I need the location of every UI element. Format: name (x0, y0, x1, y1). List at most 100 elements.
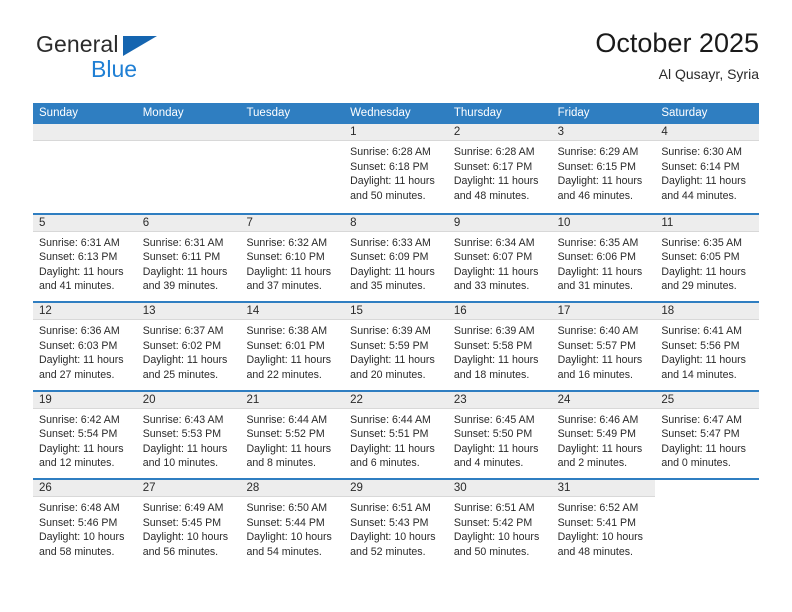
day-cell[interactable]: 31 Sunrise: 6:52 AM Sunset: 5:41 PM Dayligh… (551, 480, 656, 567)
daylight-text-line1: Daylight: 11 hours (661, 265, 746, 278)
day-details: Sunrise: 6:43 AM Sunset: 5:53 PM Daylight:… (137, 409, 241, 471)
sunset-text: Sunset: 5:45 PM (142, 516, 222, 529)
day-cell[interactable]: 1 Sunrise: 6:28 AM Sunset: 6:18 PM Daylight… (344, 124, 448, 213)
daylight-text-line2: and 33 minutes. (453, 280, 530, 293)
weekday-header-sunday: Sunday (39, 107, 79, 119)
day-cell[interactable]: 15 Sunrise: 6:39 AM Sunset: 5:59 PM Dayligh… (344, 303, 448, 390)
day-cell[interactable]: 25 Sunrise: 6:47 AM Sunset: 5:47 PM Dayligh… (655, 391, 760, 478)
day-cell[interactable]: 18 Sunrise: 6:41 AM Sunset: 5:56 PM Dayligh… (655, 303, 760, 390)
day-cell-empty (655, 480, 760, 567)
day-number: 30 (453, 482, 467, 494)
day-details: Sunrise: 6:31 AM Sunset: 6:11 PM Daylight:… (137, 232, 241, 294)
day-cell[interactable]: 23 Sunrise: 6:45 AM Sunset: 5:50 PM Dayligh… (447, 391, 552, 478)
day-number-strip: 14 (240, 303, 345, 320)
day-number: 29 (350, 482, 363, 494)
day-cell[interactable]: 6 Sunrise: 6:31 AM Sunset: 6:11 PM Daylight… (136, 214, 241, 301)
daylight-text-line1: Daylight: 10 hours (453, 531, 540, 544)
daylight-text-line2: and 54 minutes. (246, 545, 322, 558)
daylight-text-line2: and 22 minutes. (246, 368, 322, 381)
day-details: Sunrise: 6:51 AM Sunset: 5:43 PM Daylight:… (344, 497, 448, 559)
day-number: 19 (39, 393, 52, 406)
weekday-header-friday: Friday (557, 107, 590, 119)
day-details: Sunrise: 6:31 AM Sunset: 6:13 PM Daylight:… (33, 232, 137, 294)
day-cell[interactable]: 24 Sunrise: 6:46 AM Sunset: 5:49 PM Dayligh… (551, 391, 656, 478)
day-number: 11 (661, 216, 674, 229)
general-blue-logo[interactable]: General Blue (33, 30, 263, 88)
daylight-text-line2: and 18 minutes. (453, 368, 530, 381)
day-cell[interactable]: 10 Sunrise: 6:35 AM Sunset: 6:06 PM Dayligh… (551, 214, 656, 301)
day-cell[interactable]: 30 Sunrise: 6:51 AM Sunset: 5:42 PM Dayligh… (447, 480, 552, 567)
day-number-strip (33, 124, 137, 141)
day-details: Sunrise: 6:36 AM Sunset: 6:03 PM Daylight:… (33, 320, 137, 382)
daylight-text-line1: Daylight: 10 hours (142, 531, 229, 544)
sunrise-text: Sunrise: 6:42 AM (39, 413, 120, 426)
day-number-strip: 30 (447, 480, 552, 497)
sunset-text: Sunset: 6:17 PM (453, 160, 533, 173)
sunset-text: Sunset: 5:42 PM (453, 516, 533, 529)
day-cell[interactable]: 2 Sunrise: 6:28 AM Sunset: 6:17 PM Daylight… (447, 124, 552, 213)
day-cell[interactable]: 20 Sunrise: 6:43 AM Sunset: 5:53 PM Dayligh… (136, 391, 241, 478)
day-cell[interactable]: 19 Sunrise: 6:42 AM Sunset: 5:54 PM Dayligh… (33, 391, 137, 478)
day-cell[interactable]: 4 Sunrise: 6:30 AM Sunset: 6:14 PM Daylight… (655, 124, 760, 213)
sunset-text: Sunset: 6:03 PM (39, 339, 118, 352)
logo-top-row: General (33, 30, 263, 58)
day-details: Sunrise: 6:41 AM Sunset: 5:56 PM Daylight:… (655, 320, 759, 382)
day-cell[interactable]: 27 Sunrise: 6:49 AM Sunset: 5:45 PM Dayligh… (136, 480, 241, 567)
sunrise-text: Sunrise: 6:45 AM (453, 413, 535, 426)
day-cell[interactable]: 28 Sunrise: 6:50 AM Sunset: 5:44 PM Dayligh… (240, 480, 345, 567)
daylight-text-line1: Daylight: 11 hours (350, 442, 435, 455)
daylight-text-line2: and 41 minutes. (39, 280, 115, 293)
daylight-text-line1: Daylight: 10 hours (557, 531, 643, 544)
day-cell[interactable]: 29 Sunrise: 6:51 AM Sunset: 5:43 PM Dayligh… (344, 480, 448, 567)
day-cell[interactable]: 9 Sunrise: 6:34 AM Sunset: 6:07 PM Daylight… (447, 214, 552, 301)
daylight-text-line2: and 35 minutes. (350, 280, 426, 293)
day-number: 25 (661, 393, 675, 406)
day-cell[interactable]: 17 Sunrise: 6:40 AM Sunset: 5:57 PM Dayligh… (551, 303, 656, 390)
day-cell[interactable]: 22 Sunrise: 6:44 AM Sunset: 5:51 PM Dayligh… (344, 391, 448, 478)
sunset-text: Sunset: 5:54 PM (39, 428, 118, 441)
day-cell[interactable]: 8 Sunrise: 6:33 AM Sunset: 6:09 PM Daylight… (344, 214, 448, 301)
day-cell[interactable]: 21 Sunrise: 6:44 AM Sunset: 5:52 PM Dayligh… (240, 391, 345, 478)
calendar-weeks: 1 Sunrise: 6:28 AM Sunset: 6:18 PM Daylight… (33, 124, 760, 567)
sunrise-text: Sunrise: 6:39 AM (350, 325, 431, 337)
logo-text-general: General (36, 31, 119, 57)
day-details: Sunrise: 6:35 AM Sunset: 6:05 PM Daylight:… (655, 232, 759, 294)
weekday-header-thursday: Thursday (453, 107, 502, 119)
daylight-text-line1: Daylight: 11 hours (142, 265, 228, 278)
daylight-text-line2: and 37 minutes. (246, 280, 322, 293)
daylight-text-line2: and 10 minutes. (142, 457, 219, 470)
day-cell[interactable]: 7 Sunrise: 6:32 AM Sunset: 6:10 PM Daylight… (240, 214, 345, 301)
sunrise-text: Sunrise: 6:48 AM (39, 502, 120, 514)
day-number-strip: 11 (655, 214, 760, 232)
sunset-text: Sunset: 5:49 PM (557, 428, 636, 441)
day-number-strip: 15 (344, 303, 448, 320)
day-number-strip: 25 (655, 391, 760, 409)
sunrise-text: Sunrise: 6:47 AM (661, 413, 742, 426)
day-number: 10 (557, 216, 571, 229)
day-number-strip: 12 (33, 303, 137, 320)
day-number: 28 (246, 482, 260, 494)
sunset-text: Sunset: 5:50 PM (453, 428, 533, 441)
day-cell[interactable]: 13 Sunrise: 6:37 AM Sunset: 6:02 PM Dayligh… (136, 303, 241, 390)
day-cell[interactable]: 11 Sunrise: 6:35 AM Sunset: 6:05 PM Dayligh… (655, 214, 760, 301)
day-cell[interactable]: 26 Sunrise: 6:48 AM Sunset: 5:46 PM Dayligh… (33, 480, 137, 567)
day-number-strip: 16 (447, 303, 552, 320)
daylight-text-line2: and 39 minutes. (142, 280, 219, 293)
day-details: Sunrise: 6:44 AM Sunset: 5:52 PM Daylight:… (240, 409, 344, 471)
day-cell[interactable]: 5 Sunrise: 6:31 AM Sunset: 6:13 PM Daylight… (33, 214, 137, 301)
day-number: 24 (557, 393, 571, 406)
day-cell[interactable]: 12 Sunrise: 6:36 AM Sunset: 6:03 PM Dayligh… (33, 303, 137, 390)
day-cell[interactable]: 16 Sunrise: 6:39 AM Sunset: 5:58 PM Dayligh… (447, 303, 552, 390)
sunrise-text: Sunrise: 6:37 AM (142, 325, 224, 337)
daylight-text-line1: Daylight: 11 hours (557, 354, 643, 367)
daylight-text-line1: Daylight: 11 hours (453, 175, 539, 188)
day-cell[interactable]: 14 Sunrise: 6:38 AM Sunset: 6:01 PM Dayligh… (240, 303, 345, 390)
daylight-text-line1: Daylight: 11 hours (557, 265, 643, 278)
day-number: 4 (661, 126, 668, 138)
day-details: Sunrise: 6:42 AM Sunset: 5:54 PM Daylight:… (33, 409, 137, 471)
day-number: 9 (453, 216, 461, 229)
sunrise-text: Sunrise: 6:28 AM (350, 146, 431, 158)
sunset-text: Sunset: 5:46 PM (39, 516, 118, 529)
day-number-strip (240, 124, 345, 141)
day-cell[interactable]: 3 Sunrise: 6:29 AM Sunset: 6:15 PM Daylight… (551, 124, 656, 213)
